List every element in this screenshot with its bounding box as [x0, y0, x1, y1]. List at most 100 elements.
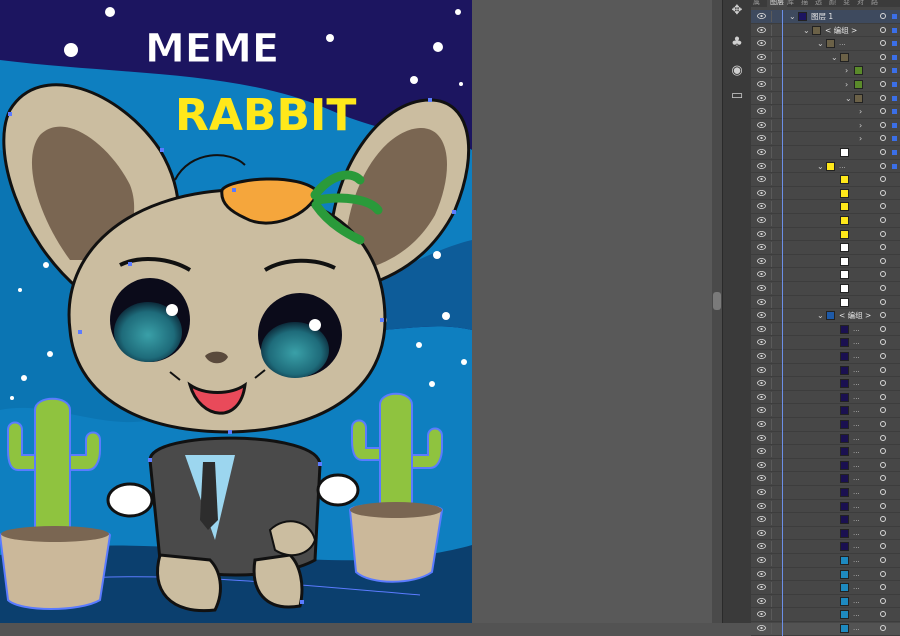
visibility-eye-icon[interactable] [757, 584, 766, 591]
visibility-eye-icon[interactable] [757, 502, 766, 509]
visibility-eye-icon[interactable] [757, 285, 766, 291]
target-circle-icon[interactable] [880, 502, 886, 509]
target-circle-icon[interactable] [880, 339, 886, 346]
scrollbar-thumb[interactable] [713, 292, 721, 310]
lock-column[interactable] [771, 337, 772, 349]
layer-row[interactable]: ... [751, 322, 900, 337]
layer-row[interactable]: ⌄... [751, 159, 900, 174]
lock-column[interactable] [771, 269, 772, 281]
panel-icon[interactable]: ▭ [728, 87, 746, 105]
layer-row[interactable]: ... [751, 581, 900, 596]
layer-row[interactable]: ... [751, 377, 900, 392]
layer-row[interactable] [751, 200, 900, 215]
target-circle-icon[interactable] [880, 393, 886, 400]
target-circle-icon[interactable] [880, 366, 886, 373]
truncated-layer-name[interactable]: ... [853, 391, 860, 404]
visibility-eye-icon[interactable] [757, 312, 766, 319]
layer-row[interactable] [751, 173, 900, 188]
target-circle-icon[interactable] [880, 53, 886, 60]
lock-column[interactable] [771, 242, 772, 254]
target-circle-icon[interactable] [880, 597, 886, 604]
truncated-layer-name[interactable]: ... [853, 336, 860, 349]
target-circle-icon[interactable] [880, 257, 886, 264]
club-symbol-icon[interactable]: ♣ [728, 34, 746, 52]
layer-row[interactable]: ⌄ < 编组 > [751, 23, 900, 38]
lock-column[interactable] [771, 351, 772, 362]
selection-indicator[interactable] [892, 122, 897, 128]
visibility-eye-icon[interactable] [757, 244, 766, 251]
target-circle-icon[interactable] [880, 230, 886, 237]
visibility-eye-icon[interactable] [757, 516, 766, 523]
collapse-chevron-icon[interactable]: ⌄ [845, 92, 852, 105]
selection-indicator[interactable] [892, 136, 897, 142]
visibility-eye-icon[interactable] [757, 189, 766, 196]
layer-row[interactable]: › [751, 105, 900, 120]
layer-row[interactable]: ... [751, 486, 900, 500]
target-circle-icon[interactable] [880, 543, 886, 550]
truncated-layer-name[interactable]: ... [853, 472, 860, 485]
lock-column[interactable] [771, 595, 772, 607]
lock-column[interactable] [771, 38, 772, 50]
selection-indicator[interactable] [892, 163, 897, 169]
layer-row[interactable]: ... [751, 608, 900, 623]
layer-name[interactable]: 图层 1 [811, 10, 833, 23]
layer-row[interactable]: ... [751, 390, 900, 405]
visibility-eye-icon[interactable] [757, 448, 766, 455]
layer-row[interactable]: ... [751, 431, 900, 446]
truncated-layer-name[interactable]: ... [853, 404, 860, 417]
target-circle-icon[interactable] [880, 461, 886, 468]
layer-row[interactable] [751, 254, 900, 269]
lock-column[interactable] [771, 296, 772, 308]
target-circle-icon[interactable] [880, 108, 886, 115]
target-circle-icon[interactable] [880, 434, 886, 441]
lock-column[interactable] [771, 568, 772, 580]
truncated-layer-name[interactable]: ... [853, 459, 860, 472]
target-circle-icon[interactable] [880, 557, 886, 563]
hand-move-icon[interactable]: ✥ [728, 2, 746, 20]
layer-row[interactable]: › [751, 78, 900, 92]
truncated-layer-name[interactable]: ... [853, 486, 860, 499]
truncated-layer-name[interactable]: ... [839, 37, 846, 50]
group-name[interactable]: < 编组 > [825, 24, 857, 37]
panel-tab-3[interactable]: 描 [801, 0, 808, 7]
lock-column[interactable] [771, 174, 772, 186]
layer-row[interactable]: ... [751, 472, 900, 487]
expand-chevron-icon[interactable]: › [859, 132, 862, 145]
lock-column[interactable] [771, 92, 772, 104]
target-circle-icon[interactable] [880, 489, 886, 495]
lock-column[interactable] [771, 555, 772, 566]
truncated-layer-name[interactable]: ... [853, 554, 860, 567]
lock-column[interactable] [771, 65, 772, 77]
visibility-eye-icon[interactable] [757, 162, 766, 169]
lock-column[interactable] [771, 541, 772, 553]
visibility-eye-icon[interactable] [757, 53, 766, 60]
lock-column[interactable] [771, 446, 772, 458]
lock-column[interactable] [771, 487, 772, 498]
visibility-eye-icon[interactable] [757, 461, 766, 468]
layer-row[interactable] [751, 146, 900, 160]
layer-row[interactable] [751, 186, 900, 201]
visibility-eye-icon[interactable] [757, 257, 766, 264]
lock-column[interactable] [771, 106, 772, 118]
group-name[interactable]: < 编组 > [839, 309, 871, 322]
target-circle-icon[interactable] [880, 625, 886, 631]
layer-row[interactable]: ⌄ [751, 91, 900, 106]
target-circle-icon[interactable] [880, 244, 886, 251]
target-circle-icon[interactable] [880, 312, 886, 319]
lock-column[interactable] [771, 419, 772, 430]
target-circle-icon[interactable] [880, 325, 886, 332]
lock-column[interactable] [771, 255, 772, 267]
visibility-eye-icon[interactable] [757, 203, 766, 210]
lock-column[interactable] [771, 119, 772, 131]
layer-row[interactable]: ... [751, 336, 900, 351]
lock-column[interactable] [771, 432, 772, 444]
target-circle-icon[interactable] [880, 529, 886, 536]
target-circle-icon[interactable] [880, 40, 886, 47]
selection-indicator[interactable] [892, 41, 897, 47]
truncated-layer-name[interactable]: ... [853, 581, 860, 594]
selection-indicator[interactable] [892, 68, 897, 74]
truncated-layer-name[interactable]: ... [853, 377, 860, 390]
layer-row[interactable] [751, 268, 900, 283]
collapse-chevron-icon[interactable]: ⌄ [817, 309, 824, 322]
lock-column[interactable] [771, 364, 772, 376]
